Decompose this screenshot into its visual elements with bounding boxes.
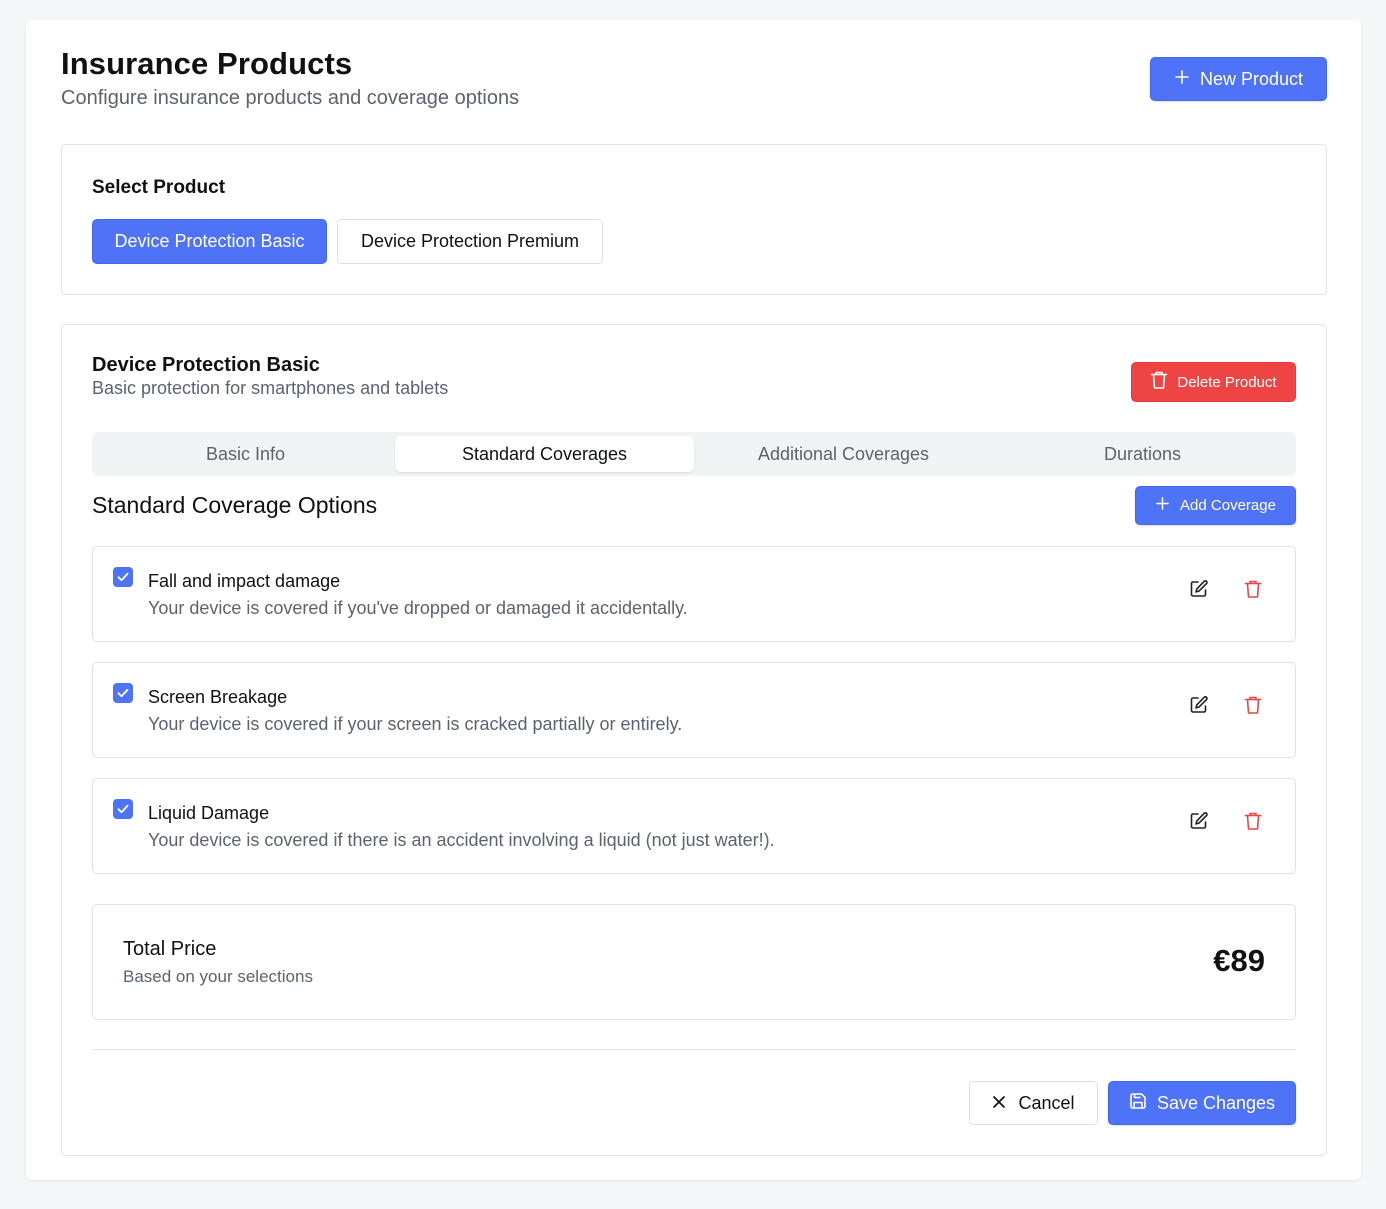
page-subtitle: Configure insurance products and coverag… [61,87,520,109]
coverage-checkbox[interactable] [113,799,133,819]
total-price-title: Total Price [123,938,217,960]
coverage-description: Your device is covered if there is an ac… [148,830,775,850]
tab-basic-info[interactable]: Basic Info [96,436,395,472]
tab-standard-coverages[interactable]: Standard Coverages [395,436,694,472]
delete-coverage-button[interactable] [1241,577,1265,601]
coverage-item: Liquid Damage Your device is covered if … [92,778,1296,874]
check-icon [117,688,129,698]
save-changes-button[interactable]: Save Changes [1108,1081,1296,1125]
check-icon [117,572,129,582]
add-coverage-button[interactable]: Add Coverage [1135,486,1296,525]
delete-product-button[interactable]: Delete Product [1131,362,1296,402]
new-product-label: New Product [1199,68,1304,89]
edit-coverage-button[interactable] [1187,693,1211,717]
plus-icon [1155,496,1170,515]
edit-icon [1190,696,1208,713]
tab-durations[interactable]: Durations [993,436,1292,472]
close-icon [992,1093,1006,1114]
tab-additional-coverages[interactable]: Additional Coverages [694,436,993,472]
coverage-title: Liquid Damage [148,803,270,823]
edit-coverage-button[interactable] [1187,809,1211,833]
product-name: Device Protection Basic [92,354,320,376]
coverage-checkbox[interactable] [113,567,133,587]
save-icon [1129,1092,1147,1115]
trash-icon [1244,580,1262,598]
select-product-label: Select Product [92,177,226,198]
total-price-subtitle: Based on your selections [123,967,313,986]
save-changes-label: Save Changes [1156,1092,1276,1113]
product-tabs: Basic Info Standard Coverages Additional… [92,432,1296,476]
edit-icon [1190,580,1208,597]
coverage-description: Your device is covered if your screen is… [148,714,683,734]
check-icon [117,804,129,814]
total-price-card: Total Price Based on your selections €89 [92,904,1296,1020]
coverage-checkbox[interactable] [113,683,133,703]
coverage-item: Fall and impact damage Your device is co… [92,546,1296,642]
cancel-button[interactable]: Cancel [969,1081,1098,1125]
page-title: Insurance Products [61,46,353,81]
coverage-title: Fall and impact damage [148,571,341,591]
coverage-title: Screen Breakage [148,687,288,707]
coverage-item: Screen Breakage Your device is covered i… [92,662,1296,758]
coverage-description: Your device is covered if you've dropped… [148,598,688,618]
footer-divider [92,1049,1296,1050]
product-description: Basic protection for smartphones and tab… [92,378,449,398]
new-product-button[interactable]: New Product [1150,57,1327,101]
product-option-premium[interactable]: Device Protection Premium [337,219,603,264]
trash-icon [1150,370,1168,394]
delete-product-label: Delete Product [1177,373,1277,391]
trash-icon [1244,812,1262,830]
add-coverage-label: Add Coverage [1180,497,1276,514]
product-option-basic[interactable]: Device Protection Basic [92,219,327,264]
coverage-section-title: Standard Coverage Options [92,492,378,518]
edit-coverage-button[interactable] [1187,577,1211,601]
plus-icon [1174,69,1190,90]
delete-coverage-button[interactable] [1241,693,1265,717]
trash-icon [1244,696,1262,714]
edit-icon [1190,812,1208,829]
total-price-value: €89 [1213,943,1265,978]
cancel-label: Cancel [1018,1092,1075,1113]
delete-coverage-button[interactable] [1241,809,1265,833]
